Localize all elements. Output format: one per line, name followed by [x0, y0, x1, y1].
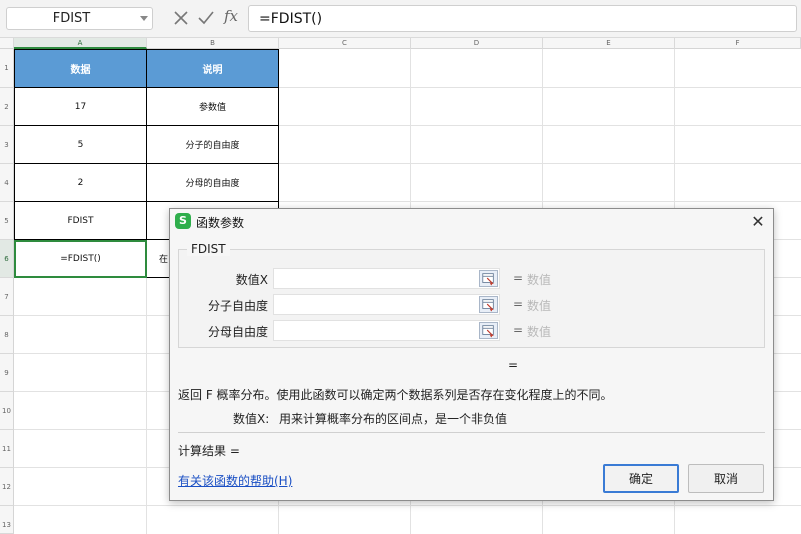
formula-input[interactable]: =FDIST() — [248, 5, 797, 32]
table-cell[interactable]: 分母的自由度 — [147, 164, 279, 202]
column-header-a[interactable]: A — [14, 38, 147, 49]
arg-equals: = — [513, 323, 524, 337]
row-header-11[interactable]: 11 — [0, 430, 14, 468]
formula-text: =FDIST() — [259, 11, 323, 27]
cell-reference-icon[interactable] — [479, 270, 498, 287]
arg-value-hint: 数值 — [527, 273, 552, 287]
row-header-6[interactable]: 6 — [0, 240, 14, 278]
function-description: 返回 F 概率分布。使用此函数可以确定两个数据系列是否存在变化程度上的不同。 — [178, 388, 613, 402]
column-header-row: A B C D E F — [0, 38, 801, 49]
dialog-titlebar[interactable]: S 函数参数 ✕ — [170, 209, 773, 235]
arg-equals: = — [513, 297, 524, 311]
formula-bar: FDIST fx =FDIST() — [0, 0, 801, 38]
arg-equals: = — [513, 271, 524, 285]
cell-reference-icon[interactable] — [479, 322, 498, 339]
row-header-1[interactable]: 1 — [0, 49, 14, 88]
gridline — [14, 505, 801, 506]
name-box[interactable]: FDIST — [6, 7, 153, 30]
arg-label: 分母自由度 — [207, 325, 268, 339]
argument-description-name: 数值X: — [233, 412, 270, 426]
divider — [178, 432, 765, 433]
table-header-cell[interactable]: 数据 — [14, 49, 147, 88]
table-cell[interactable]: FDIST — [14, 202, 147, 240]
row-header-2[interactable]: 2 — [0, 88, 14, 126]
column-header-d[interactable]: D — [411, 38, 543, 49]
active-cell[interactable]: =FDIST() — [14, 240, 147, 278]
row-header-3[interactable]: 3 — [0, 126, 14, 164]
table-header-cell[interactable]: 说明 — [147, 49, 279, 88]
fx-icon[interactable]: fx — [224, 7, 238, 25]
spreadsheet-app: FDIST fx =FDIST() A B C D E F 1 2 3 4 5 … — [0, 0, 801, 534]
argument-description-text: 用来计算概率分布的区间点，是一个非负值 — [279, 412, 508, 426]
table-cell[interactable]: 17 — [14, 88, 147, 126]
help-link[interactable]: 有关该函数的帮助(H) — [178, 472, 292, 489]
dialog-title: 函数参数 — [196, 216, 245, 230]
function-arguments-dialog: S 函数参数 ✕ FDIST 数值X = 数值 分子自由度 = 数值 分母自由度… — [169, 208, 774, 501]
function-result-equals: = — [508, 358, 519, 372]
row-header-4[interactable]: 4 — [0, 164, 14, 202]
column-header-f[interactable]: F — [675, 38, 801, 49]
table-cell[interactable]: 5 — [14, 126, 147, 164]
row-header-12[interactable]: 12 — [0, 468, 14, 506]
calculation-result: 计算结果 = — [178, 444, 240, 458]
table-cell[interactable]: 分子的自由度 — [147, 126, 279, 164]
arguments-group: FDIST 数值X = 数值 分子自由度 = 数值 分母自由度 = 数值 — [178, 242, 765, 348]
function-name: FDIST — [187, 242, 230, 256]
cell-reference-icon[interactable] — [479, 296, 498, 313]
ok-button[interactable]: 确定 — [603, 464, 679, 493]
row-header-5[interactable]: 5 — [0, 202, 14, 240]
chevron-down-icon[interactable] — [140, 16, 148, 21]
table-cell[interactable]: 2 — [14, 164, 147, 202]
select-all-corner[interactable] — [0, 38, 14, 49]
row-header-7[interactable]: 7 — [0, 278, 14, 316]
arg-value-hint: 数值 — [527, 325, 552, 339]
arg-label: 数值X — [235, 273, 268, 287]
close-icon[interactable] — [172, 9, 190, 27]
row-header-10[interactable]: 10 — [0, 392, 14, 430]
row-header-13[interactable]: 13 — [0, 506, 14, 534]
column-header-e[interactable]: E — [543, 38, 675, 49]
table-cell[interactable]: 参数值 — [147, 88, 279, 126]
check-icon[interactable] — [197, 9, 215, 27]
app-logo-icon: S — [175, 213, 191, 229]
column-header-b[interactable]: B — [147, 38, 279, 49]
close-icon[interactable]: ✕ — [747, 211, 769, 233]
name-box-value: FDIST — [52, 11, 91, 26]
column-header-c[interactable]: C — [279, 38, 411, 49]
arg-input-numerator-df[interactable] — [273, 294, 500, 315]
row-header-8[interactable]: 8 — [0, 316, 14, 354]
cancel-button[interactable]: 取消 — [688, 464, 764, 493]
arg-input-denominator-df[interactable] — [273, 320, 500, 341]
row-header-9[interactable]: 9 — [0, 354, 14, 392]
arg-value-hint: 数值 — [527, 299, 552, 313]
arg-label: 分子自由度 — [207, 299, 268, 313]
arg-input-x[interactable] — [273, 268, 500, 289]
